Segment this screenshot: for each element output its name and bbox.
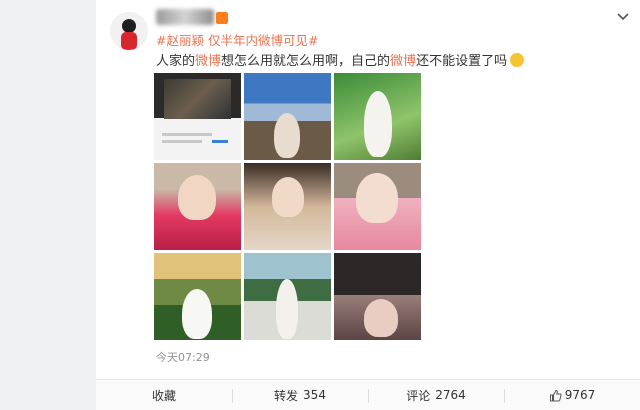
chevron-down-icon[interactable] bbox=[616, 12, 630, 22]
weibo-keyword-link[interactable]: 微博 bbox=[390, 54, 416, 69]
topic-link[interactable]: #赵丽颖 仅半年内微博可见# bbox=[156, 30, 318, 49]
photo-grid bbox=[154, 73, 422, 341]
weibo-post-card: #赵丽颖 仅半年内微博可见# 人家的微博想怎么用就怎么用啊，自己的微博还不能设置… bbox=[96, 0, 640, 410]
post-timestamp[interactable]: 今天07:29 bbox=[156, 349, 210, 365]
post-text-part: 想怎么用就怎么用啊，自己的 bbox=[221, 54, 391, 69]
photo-thumbnail[interactable] bbox=[334, 163, 421, 250]
avatar[interactable] bbox=[110, 12, 148, 50]
action-bar: 收藏 转发 354 评论 2764 9767 bbox=[96, 379, 640, 410]
repost-label: 转发 bbox=[274, 388, 299, 403]
sweat-smile-emoji-icon bbox=[510, 53, 525, 67]
photo-thumbnail[interactable] bbox=[244, 163, 331, 250]
photo-thumbnail[interactable] bbox=[154, 163, 241, 250]
post-text-part: 人家的 bbox=[156, 54, 196, 69]
like-count: 9767 bbox=[564, 388, 596, 402]
comment-label: 评论 bbox=[406, 388, 431, 403]
weibo-keyword-link[interactable]: 微博 bbox=[195, 54, 221, 69]
photo-thumbnail[interactable] bbox=[244, 73, 331, 160]
favorite-label: 收藏 bbox=[151, 388, 176, 403]
photo-thumbnail[interactable] bbox=[154, 73, 241, 160]
photo-thumbnail[interactable] bbox=[334, 253, 421, 340]
thumbs-up-icon bbox=[549, 389, 562, 401]
comment-button[interactable]: 评论 2764 bbox=[368, 380, 504, 410]
repost-button[interactable]: 转发 354 bbox=[232, 380, 368, 410]
vip-badge-icon bbox=[216, 12, 228, 24]
post-text: 人家的微博想怎么用就怎么用啊，自己的微博还不能设置了吗 bbox=[156, 50, 525, 69]
photo-thumbnail[interactable] bbox=[334, 73, 421, 160]
avatar-image bbox=[110, 12, 148, 50]
photo-thumbnail[interactable] bbox=[244, 253, 331, 340]
repost-count: 354 bbox=[303, 388, 326, 402]
post-text-part: 还不能设置了吗 bbox=[416, 54, 508, 69]
comment-count: 2764 bbox=[435, 388, 466, 402]
like-button[interactable]: 9767 bbox=[504, 380, 640, 410]
photo-thumbnail[interactable] bbox=[154, 253, 241, 340]
username-blurred[interactable] bbox=[156, 9, 214, 25]
favorite-button[interactable]: 收藏 bbox=[96, 380, 232, 410]
